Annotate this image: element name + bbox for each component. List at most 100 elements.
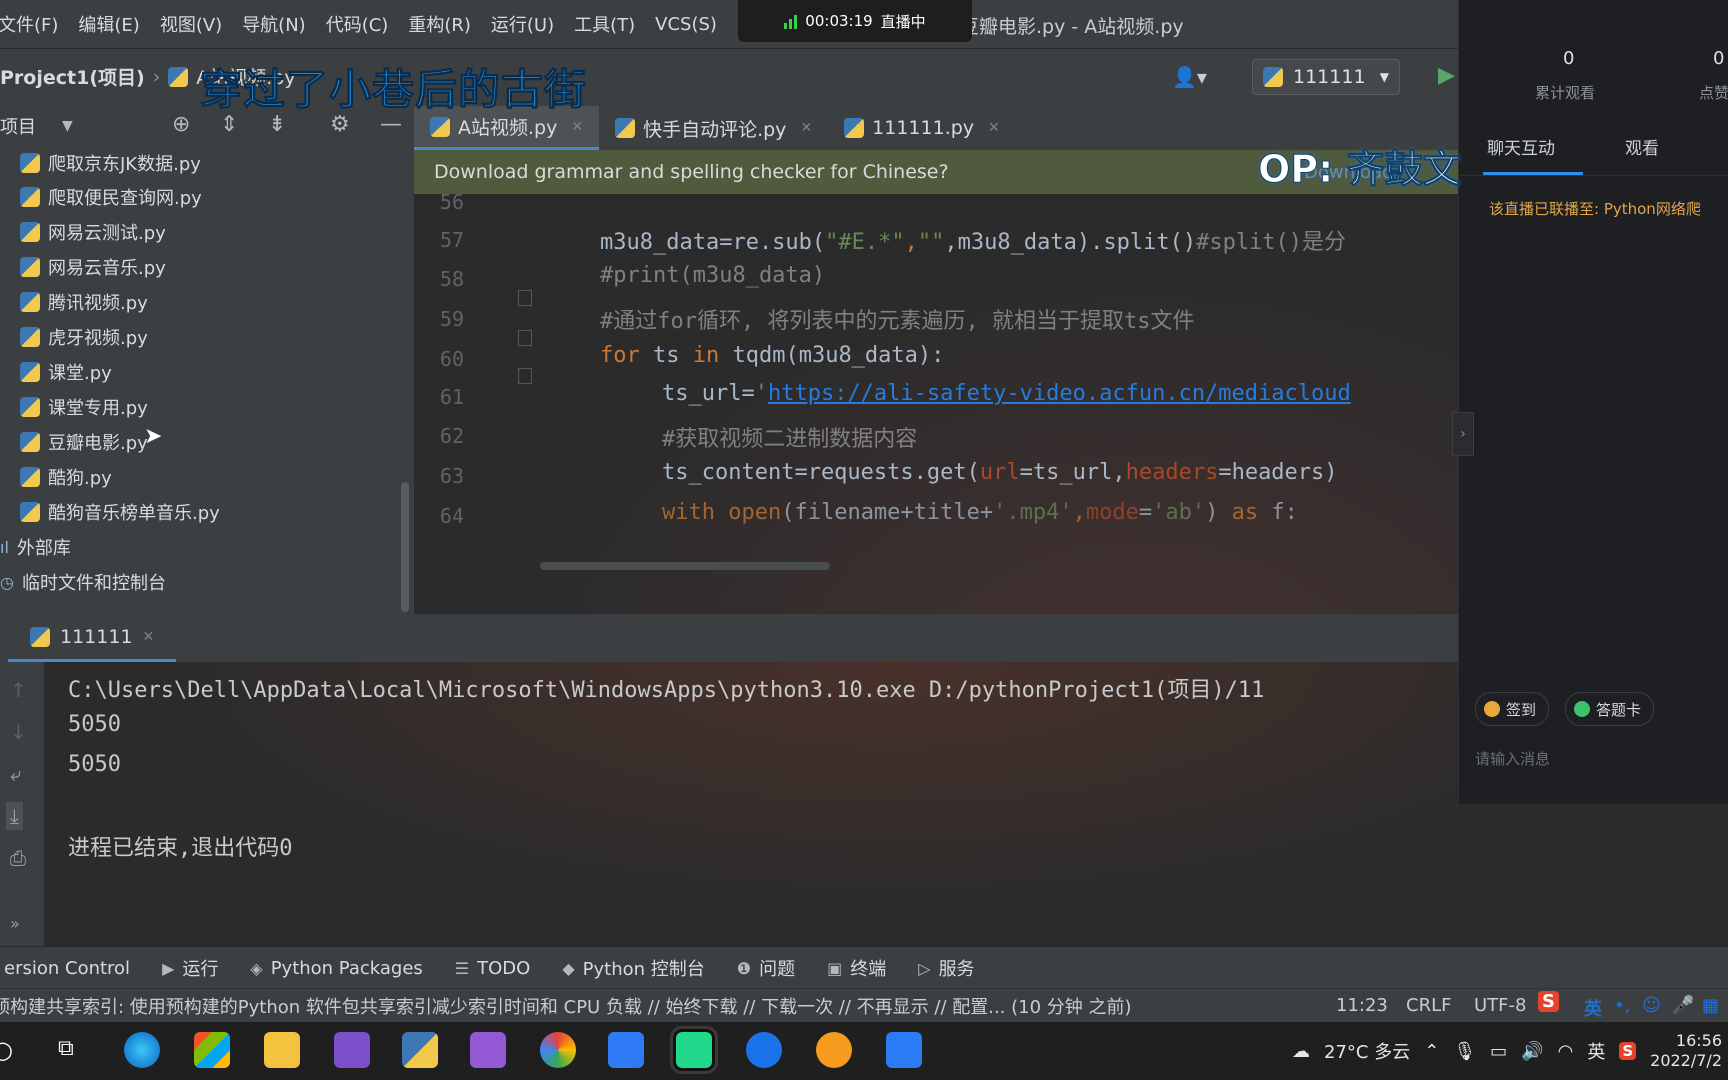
tree-file[interactable]: 腾讯视频.py <box>20 285 148 319</box>
tree-file[interactable]: 网易云音乐.py <box>20 250 166 284</box>
search-icon[interactable]: ○ <box>0 1036 13 1064</box>
ime-punctuation-icon[interactable]: •, <box>1614 995 1630 1016</box>
toolwindow-python-packages[interactable]: ◈ Python Packages <box>234 958 438 979</box>
menu-refactor[interactable]: 重构(R) <box>398 11 481 37</box>
fold-marker[interactable] <box>518 330 532 346</box>
edge-icon[interactable] <box>124 1032 160 1068</box>
locate-icon[interactable]: ⊕ <box>172 112 190 137</box>
breadcrumb-project[interactable]: Project1(项目) <box>0 63 145 90</box>
user-icon[interactable]: 👤▾ <box>1172 65 1207 89</box>
tree-file[interactable]: 网易云测试.py <box>20 215 166 249</box>
file-encoding[interactable]: UTF-8 <box>1474 995 1526 1016</box>
soft-wrap-icon[interactable]: ⤶ <box>10 762 21 786</box>
scroll-to-end-icon[interactable]: ⤓ <box>6 802 23 830</box>
more-icon[interactable]: » <box>10 914 20 933</box>
tree-external-libraries[interactable]: ıl 外部库 <box>0 530 71 564</box>
chrome-like-icon[interactable] <box>540 1032 576 1068</box>
store-icon[interactable] <box>194 1032 230 1068</box>
line-separator[interactable]: CRLF <box>1406 995 1451 1016</box>
code-editor[interactable]: 56 57 58 59 60 61 62 63 64 m3u8_data=re.… <box>414 194 1458 614</box>
ime-logo-icon[interactable]: S <box>1619 1042 1637 1060</box>
menu-edit[interactable]: 编辑(E) <box>68 11 149 37</box>
cursor-position[interactable]: 11:23 <box>1336 995 1388 1016</box>
tab-111111[interactable]: 111111.py ✕ <box>828 106 1016 150</box>
close-icon[interactable]: ✕ <box>800 120 812 136</box>
visual-studio-2-icon[interactable] <box>470 1032 506 1068</box>
run-button[interactable]: ▶ <box>1438 63 1455 88</box>
chevron-right-icon[interactable]: › <box>1452 412 1474 456</box>
weather-icon[interactable]: ☁ <box>1292 1041 1310 1062</box>
ime-indicator[interactable]: 英 <box>1587 1038 1605 1064</box>
run-configuration-select[interactable]: 111111 ▼ <box>1252 59 1400 95</box>
ime-language[interactable]: 英 <box>1584 995 1602 1021</box>
tree-file[interactable]: 豆瓣电影.py <box>20 425 148 459</box>
python-app-icon[interactable] <box>402 1032 438 1068</box>
toolwindow-problems[interactable]: ❶ 问题 <box>721 955 811 981</box>
pycharm-icon[interactable] <box>673 1029 715 1071</box>
tab-chat[interactable]: 聊天互动 <box>1487 134 1555 159</box>
visual-studio-icon[interactable] <box>334 1032 370 1068</box>
close-icon[interactable]: ✕ <box>988 120 1000 136</box>
microphone-icon[interactable]: 🎙 <box>1453 1041 1476 1062</box>
menu-tools[interactable]: 工具(T) <box>564 11 645 37</box>
python-file-icon <box>20 432 40 452</box>
close-icon[interactable]: ✕ <box>571 119 583 135</box>
menu-view[interactable]: 视图(V) <box>150 11 232 37</box>
status-message[interactable]: 预构建共享索引: 使用预构建的Python 软件包共享索引减少索引时间和 CPU… <box>0 993 1132 1019</box>
microphone-icon[interactable]: 🎤 <box>1672 995 1694 1016</box>
editor-horizontal-scrollbar[interactable] <box>540 562 830 570</box>
fold-marker[interactable] <box>518 368 532 384</box>
tab-kuaishou-comment[interactable]: 快手自动评论.py ✕ <box>599 106 828 150</box>
tree-scrollbar[interactable] <box>398 146 414 614</box>
weather-text[interactable]: 27°C 多云 <box>1324 1038 1410 1064</box>
close-icon[interactable]: ✕ <box>143 629 155 645</box>
scrollbar-thumb[interactable] <box>401 482 409 612</box>
tree-file[interactable]: 虎牙视频.py <box>20 320 148 354</box>
check-in-icon <box>1484 701 1500 717</box>
toolwindow-run[interactable]: ▶ 运行 <box>146 955 234 981</box>
feishu-icon[interactable] <box>608 1032 644 1068</box>
menu-code[interactable]: 代码(C) <box>316 11 399 37</box>
menu-navigate[interactable]: 导航(N) <box>232 11 316 37</box>
menu-file[interactable]: 文件(F) <box>0 11 68 37</box>
toolwindow-services[interactable]: ▷ 服务 <box>902 955 990 981</box>
project-panel-title[interactable]: 项目 <box>0 113 36 139</box>
chevron-down-icon[interactable]: ▼ <box>62 118 73 134</box>
battery-icon[interactable]: ▭ <box>1490 1041 1507 1062</box>
volume-icon[interactable]: 🔊 <box>1521 1041 1543 1062</box>
menu-vcs[interactable]: VCS(S) <box>645 14 727 35</box>
wps-icon[interactable] <box>886 1032 922 1068</box>
toolwindow-terminal[interactable]: ▣ 终端 <box>811 955 902 981</box>
answer-card-button[interactable]: 答题卡 <box>1565 692 1655 726</box>
menu-run[interactable]: 运行(U) <box>481 11 564 37</box>
tree-file[interactable]: 课堂.py <box>20 355 112 389</box>
tree-file[interactable]: 酷狗音乐榜单音乐.py <box>20 495 220 529</box>
keyboard-icon[interactable]: ▦ <box>1702 995 1719 1016</box>
tab-viewers[interactable]: 观看 <box>1625 134 1659 159</box>
check-in-button[interactable]: 签到 <box>1475 692 1550 726</box>
tree-file[interactable]: 爬取便民查询网.py <box>20 180 202 214</box>
chat-message-input[interactable]: 请输入消息 <box>1475 748 1550 769</box>
fold-marker[interactable] <box>518 290 532 306</box>
toolwindow-python-console[interactable]: ◆ Python 控制台 <box>546 955 720 981</box>
arrow-up-icon[interactable]: ↑ <box>10 678 27 702</box>
k-app-icon[interactable] <box>746 1032 782 1068</box>
toolwindow-todo[interactable]: ☰ TODO <box>439 958 547 979</box>
chevron-up-icon[interactable]: ⌃ <box>1424 1041 1439 1062</box>
emoji-icon[interactable]: ☺ <box>1642 995 1661 1016</box>
wifi-icon[interactable]: ◠ <box>1558 1041 1574 1062</box>
tree-file[interactable]: 酷狗.py <box>20 460 112 494</box>
ime-logo-icon[interactable]: S <box>1538 991 1559 1012</box>
clock[interactable]: 16:56 2022/7/2 <box>1650 1031 1722 1071</box>
tree-file[interactable]: 爬取京东JK数据.py <box>20 146 201 180</box>
file-explorer-icon[interactable] <box>264 1032 300 1068</box>
task-view-icon[interactable]: ⧉ <box>58 1036 74 1061</box>
tree-file[interactable]: 课堂专用.py <box>20 390 148 424</box>
print-icon[interactable]: ⎙ <box>10 846 26 870</box>
run-console[interactable]: C:\Users\Dell\AppData\Local\Microsoft\Wi… <box>44 662 1458 946</box>
toolwindow-version-control[interactable]: ersion Control <box>0 958 146 979</box>
arrow-down-icon[interactable]: ↓ <box>10 720 27 744</box>
run-tab[interactable]: 111111 ✕ <box>8 614 176 662</box>
tree-scratches[interactable]: ◷ 临时文件和控制台 <box>0 565 166 599</box>
orange-app-icon[interactable] <box>816 1032 852 1068</box>
